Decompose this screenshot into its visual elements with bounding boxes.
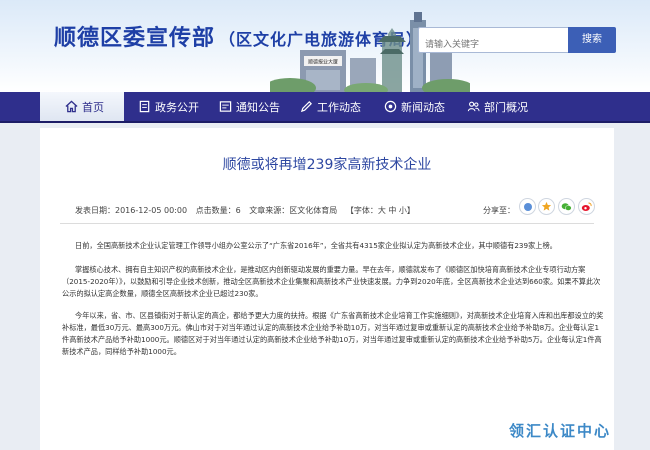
news-icon (384, 100, 397, 113)
header-banner: 顺德区委宣传部（区文化广电旅游体育局） 顺德报业大厦 搜索 (0, 0, 650, 92)
nav-item-label: 通知公告 (236, 100, 280, 114)
main-nav: 首页 政务公开 通知公告 工作动态 新闻动态 部门概况 (0, 92, 650, 123)
building-sign-text: 顺德报业大厦 (308, 59, 338, 66)
document-icon (139, 100, 150, 113)
nav-item-notices[interactable]: 通知公告 (219, 92, 280, 121)
nav-item-home[interactable]: 首页 (40, 92, 124, 121)
site-title-main: 顺德区委宣传部 (54, 26, 216, 51)
article-paragraph: 今年以来，省、市、区县镇街对于新认定的高企，都给予更大力度的扶持。根据《广东省高… (62, 311, 604, 356)
nav-item-label: 新闻动态 (401, 100, 445, 114)
article-title: 顺德或将再增239家高新技术企业 (222, 157, 432, 173)
search-button[interactable]: 搜索 (568, 27, 616, 53)
view-count: 点击数量：6 (195, 206, 241, 215)
share-favorite-star-icon[interactable] (538, 198, 555, 215)
nav-item-news[interactable]: 新闻动态 (384, 92, 445, 121)
article-panel: 顺德或将再增239家高新技术企业 发表日期：2016-12-05 00:00 点… (40, 128, 614, 450)
nav-item-department-overview[interactable]: 部门概况 (467, 92, 528, 121)
notice-icon (219, 101, 232, 112)
people-icon (467, 101, 480, 112)
nav-item-label: 政务公开 (155, 100, 199, 114)
nav-item-work-updates[interactable]: 工作动态 (300, 92, 361, 121)
share-wechat-icon[interactable] (558, 198, 575, 215)
article-meta: 发表日期：2016-12-05 00:00 点击数量：6 文章来源：区文化体育局… (75, 205, 421, 216)
home-icon (65, 100, 78, 113)
search-input[interactable] (418, 27, 568, 53)
pencil-icon (300, 101, 312, 113)
article-paragraph: 掌握核心技术、拥有自主知识产权的高新技术企业，是推动区内创新驱动发展的重要力量。… (62, 265, 601, 298)
publish-date: 发表日期：2016-12-05 00:00 (75, 206, 188, 215)
nav-item-label: 工作动态 (317, 100, 361, 114)
watermark-text: 领汇认证中心 (509, 422, 612, 440)
share-qzone-icon[interactable] (519, 198, 536, 215)
share-label: 分享至： (483, 206, 515, 215)
nav-item-label: 首页 (82, 100, 104, 114)
font-size-selector[interactable]: 【字体：大 中 小】 (346, 206, 415, 215)
share-weibo-icon[interactable] (578, 198, 595, 215)
meta-divider (60, 223, 594, 224)
article-source: 文章来源：区文化体育局 (249, 206, 338, 215)
article-paragraph: 日前，全国高新技术企业认定管理工作领导小组办公室公示了“广东省2016年”，全省… (75, 241, 557, 250)
nav-item-government-affairs[interactable]: 政务公开 (138, 92, 199, 121)
nav-item-label: 部门概况 (484, 100, 528, 114)
